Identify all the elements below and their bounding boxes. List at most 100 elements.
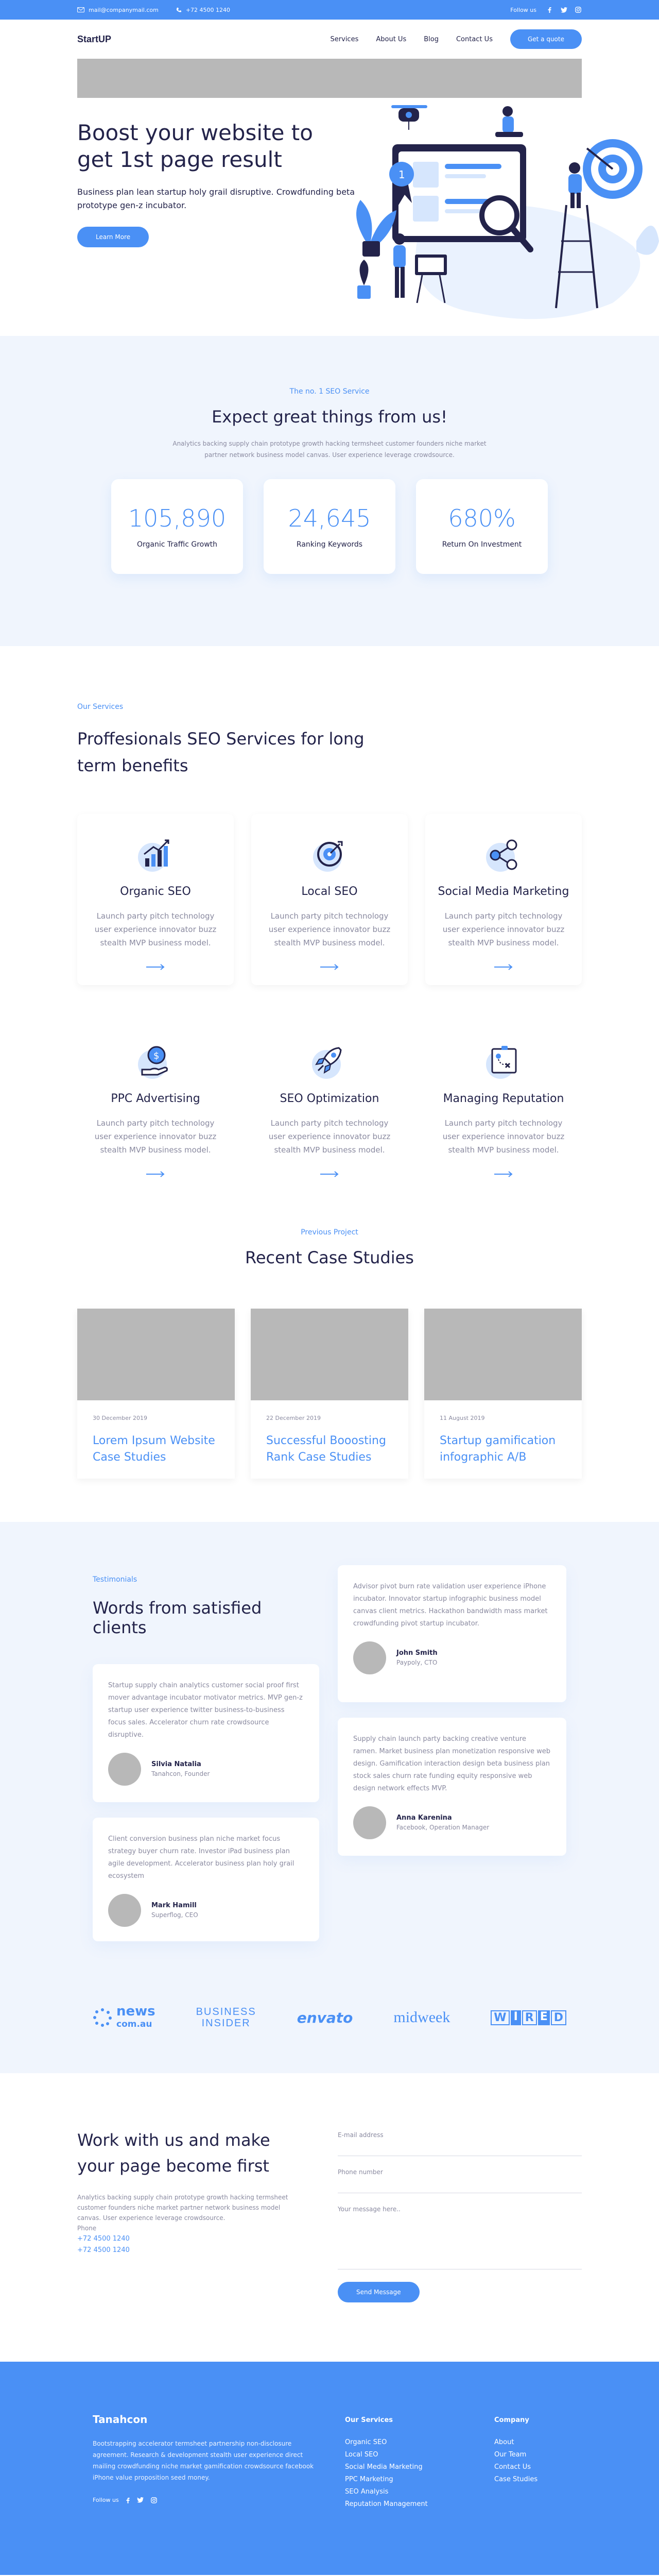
arrow-right-icon[interactable]: [146, 964, 165, 970]
footer-link[interactable]: SEO Analysis: [345, 2486, 469, 2498]
client-logos: news com.au BUSINESS INSIDER envato midwee…: [93, 2002, 566, 2033]
service-card-local-seo[interactable]: Local SEO Launch party pitch technology …: [251, 814, 408, 985]
topbar-phone[interactable]: +72 4500 1240: [186, 7, 230, 13]
service-title: Local SEO: [301, 885, 358, 898]
case-card[interactable]: 11 August 2019 Startup gamification info…: [424, 1309, 582, 1479]
arrow-right-icon[interactable]: [320, 1171, 339, 1177]
footer-link[interactable]: Organic SEO: [345, 2436, 469, 2449]
case-image: [77, 1309, 235, 1400]
footer-col-title: Our Services: [345, 2416, 393, 2424]
footer-link[interactable]: Social Media Marketing: [345, 2461, 469, 2473]
contact-phone[interactable]: +72 4500 1240: [77, 2233, 288, 2245]
avatar: [353, 1806, 386, 1839]
nav-item-blog[interactable]: Blog: [424, 36, 439, 43]
footer-link[interactable]: About: [494, 2436, 566, 2449]
topbar-follow: Follow us: [510, 6, 536, 13]
case-card[interactable]: 22 December 2019 Successful Booosting Ra…: [251, 1309, 408, 1479]
hero-title: Boost your website to get 1st page resul…: [77, 120, 313, 172]
twitter-icon[interactable]: [136, 2497, 144, 2503]
message-field[interactable]: Your message here..: [338, 2206, 582, 2269]
testimonial-role: Paypoly, CTO: [396, 1659, 438, 1666]
facebook-icon[interactable]: [546, 6, 553, 13]
arrow-right-icon[interactable]: [146, 1171, 165, 1177]
footer-link[interactable]: Contact Us: [494, 2461, 566, 2473]
service-card-reputation[interactable]: Managing Reputation Launch party pitch t…: [425, 1021, 582, 1192]
contact-form: E-mail address Phone number Your message…: [338, 2127, 582, 2302]
testimonials-section: Testimonials Words from satisfied client…: [0, 1522, 659, 2073]
testimonial-name: Silvia Natalia: [151, 1760, 201, 1768]
instagram-icon[interactable]: [150, 2497, 157, 2503]
stat-card: 24,645 Ranking Keywords: [264, 479, 395, 574]
envato-logo: envato: [297, 2009, 353, 2026]
nav-item-contact[interactable]: Contact Us: [456, 36, 493, 43]
testimonial-role: Facebook, Operation Manager: [396, 1824, 490, 1831]
footer-link[interactable]: PPC Marketing: [345, 2473, 469, 2486]
email-field[interactable]: E-mail address: [338, 2131, 582, 2156]
service-title: PPC Advertising: [111, 1092, 200, 1105]
contact-title: Work with us and make your page become f…: [77, 2130, 270, 2176]
service-text: Launch party pitch technology user exper…: [94, 1118, 217, 1155]
instagram-icon[interactable]: [575, 6, 582, 13]
svg-text:1: 1: [398, 168, 405, 181]
phone-icon: [176, 7, 182, 13]
case-title-link[interactable]: Startup gamification infographic A/B: [440, 1433, 566, 1466]
testimonial-role: Tanahcon, Founder: [151, 1770, 210, 1777]
footer-link[interactable]: Local SEO: [345, 2449, 469, 2461]
twitter-icon[interactable]: [560, 6, 567, 13]
testimonial-name: Mark Hamill: [151, 1902, 197, 1909]
learn-more-button[interactable]: Learn More: [77, 227, 149, 247]
seo-lead: Analytics backing supply chain prototype…: [172, 440, 487, 459]
stat-value: 24,645: [288, 504, 371, 532]
service-card-social-media[interactable]: Social Media Marketing Launch party pitc…: [425, 814, 582, 985]
testimonial-text: Startup supply chain analytics customer …: [108, 1682, 303, 1739]
case-title-link[interactable]: Successful Booosting Rank Case Studies: [266, 1433, 393, 1466]
arrow-right-icon[interactable]: [494, 964, 513, 970]
case-date: 11 August 2019: [440, 1415, 485, 1421]
get-quote-button[interactable]: Get a quote: [510, 29, 582, 49]
service-card-ppc[interactable]: $ PPC Advertising Launch party pitch tec…: [77, 1021, 234, 1192]
service-card-seo-optimization[interactable]: SEO Optimization Launch party pitch tech…: [251, 1021, 408, 1192]
main-nav: StartUP Services About Us Blog Contact U…: [0, 20, 659, 59]
stat-label: Return On Investment: [442, 540, 522, 549]
footer-col-title: Company: [494, 2416, 529, 2424]
testimonials-eyebrow: Testimonials: [93, 1575, 137, 1584]
footer-follow: Follow us: [93, 2497, 119, 2503]
service-title: Organic SEO: [120, 885, 191, 898]
phone-field[interactable]: Phone number: [338, 2168, 582, 2193]
service-text: Launch party pitch technology user exper…: [268, 911, 391, 947]
case-date: 22 December 2019: [266, 1415, 321, 1421]
cases-title: Recent Case Studies: [245, 1248, 414, 1267]
contact-text: Analytics backing supply chain prototype…: [77, 2194, 288, 2222]
arrow-right-icon[interactable]: [494, 1171, 513, 1177]
footer-link[interactable]: Reputation Management: [345, 2498, 469, 2511]
facebook-icon[interactable]: [126, 2497, 130, 2503]
strategy-board-icon: [483, 1041, 524, 1082]
arrow-right-icon[interactable]: [320, 964, 339, 970]
service-title: SEO Optimization: [280, 1092, 379, 1105]
contact-phone[interactable]: +72 4500 1240: [77, 2245, 288, 2256]
footer-brand[interactable]: Tanahcon: [93, 2413, 319, 2426]
service-card-organic-seo[interactable]: Organic SEO Launch party pitch technolog…: [77, 814, 234, 985]
stat-card: 105,890 Organic Traffic Growth: [111, 479, 243, 574]
wired-logo: W I R E D: [491, 2010, 566, 2025]
footer-link[interactable]: Our Team: [494, 2449, 566, 2461]
target-icon: [309, 834, 350, 875]
send-message-button[interactable]: Send Message: [338, 2282, 420, 2302]
topbar-email[interactable]: mail@companymail.com: [89, 7, 159, 13]
testimonial-role: Superflog, CEO: [151, 1911, 198, 1919]
hero-section: Boost your website to get 1st page resul…: [0, 59, 659, 336]
service-text: Launch party pitch technology user exper…: [268, 1118, 391, 1155]
footer-link[interactable]: Case Studies: [494, 2473, 566, 2486]
testimonial-text: Client conversion business plan niche ma…: [108, 1835, 294, 1880]
chart-icon: [135, 834, 176, 875]
nav-item-about[interactable]: About Us: [376, 36, 406, 43]
site-logo[interactable]: StartUP: [77, 34, 111, 45]
testimonial-name: John Smith: [396, 1649, 438, 1657]
case-card[interactable]: 30 December 2019 Lorem Ipsum Website Cas…: [77, 1309, 235, 1479]
stat-label: Organic Traffic Growth: [136, 540, 218, 549]
service-text: Launch party pitch technology user exper…: [94, 911, 217, 947]
nav-item-services[interactable]: Services: [331, 36, 359, 43]
hero-illustration: 1: [345, 87, 659, 329]
dollar-hand-icon: $: [135, 1041, 176, 1082]
case-title-link[interactable]: Lorem Ipsum Website Case Studies: [93, 1433, 219, 1466]
